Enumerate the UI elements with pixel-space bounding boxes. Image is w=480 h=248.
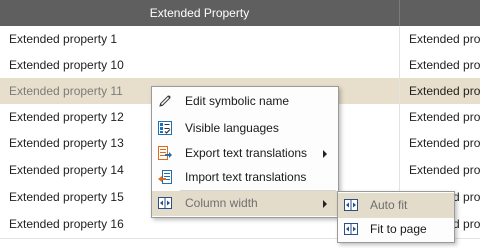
row-value-cell[interactable]: Extended prope bbox=[409, 130, 480, 157]
column-width-submenu: Auto fit Fit to page bbox=[337, 191, 455, 243]
menu-item-import-text-translations[interactable]: Import text translations bbox=[152, 165, 338, 190]
pencil-icon bbox=[157, 93, 173, 109]
menu-item-edit-symbolic-name[interactable]: Edit symbolic name bbox=[152, 89, 338, 114]
grid-header: Extended Property bbox=[0, 0, 480, 26]
cell-divider bbox=[399, 157, 400, 184]
row-value-cell[interactable]: Extended prope bbox=[409, 26, 480, 53]
cell-divider bbox=[399, 52, 400, 79]
row-value-cell[interactable]: Extended prope bbox=[409, 52, 480, 79]
submenu-arrow-icon bbox=[323, 200, 327, 208]
column-width-icon bbox=[157, 195, 173, 211]
cell-divider bbox=[399, 104, 400, 131]
row-value-cell[interactable]: Extended prope bbox=[409, 78, 480, 105]
menu-item-visible-languages[interactable]: Visible languages bbox=[152, 116, 338, 141]
menu-item-label: Auto fit bbox=[370, 198, 408, 212]
cell-divider bbox=[399, 78, 400, 105]
table-row[interactable]: Extended property 1 Extended prope bbox=[0, 26, 480, 54]
context-menu: Edit symbolic name Visible languages Exp… bbox=[151, 86, 339, 218]
menu-item-label: Export text translations bbox=[185, 146, 308, 160]
menu-item-column-width[interactable]: Column width bbox=[152, 191, 338, 216]
menu-item-label: Edit symbolic name bbox=[185, 94, 290, 108]
column-width-icon bbox=[343, 197, 359, 213]
menu-item-auto-fit[interactable]: Auto fit bbox=[338, 193, 454, 218]
cell-divider bbox=[399, 130, 400, 157]
menu-item-export-text-translations[interactable]: Export text translations bbox=[152, 141, 338, 166]
column-header-extended-property[interactable]: Extended Property bbox=[0, 0, 399, 26]
row-value-cell[interactable]: Extended prope bbox=[409, 104, 480, 131]
export-icon bbox=[157, 145, 173, 161]
column-header-value[interactable] bbox=[400, 0, 480, 26]
cell-divider bbox=[399, 26, 400, 53]
row-value-cell[interactable]: Extended prope bbox=[409, 157, 480, 184]
checklist-icon bbox=[157, 120, 173, 136]
submenu-arrow-icon bbox=[323, 150, 327, 158]
menu-item-fit-to-page[interactable]: Fit to page bbox=[338, 217, 454, 242]
row-name-cell[interactable]: Extended property 10 bbox=[9, 52, 394, 79]
menu-item-label: Visible languages bbox=[185, 121, 279, 135]
row-name-cell[interactable]: Extended property 1 bbox=[9, 26, 394, 53]
import-icon bbox=[157, 169, 173, 185]
menu-item-label: Column width bbox=[185, 196, 258, 210]
column-width-icon bbox=[343, 221, 359, 237]
table-row[interactable]: Extended property 10 Extended prope bbox=[0, 52, 480, 80]
menu-item-label: Import text translations bbox=[185, 170, 307, 184]
menu-item-label: Fit to page bbox=[370, 222, 427, 236]
